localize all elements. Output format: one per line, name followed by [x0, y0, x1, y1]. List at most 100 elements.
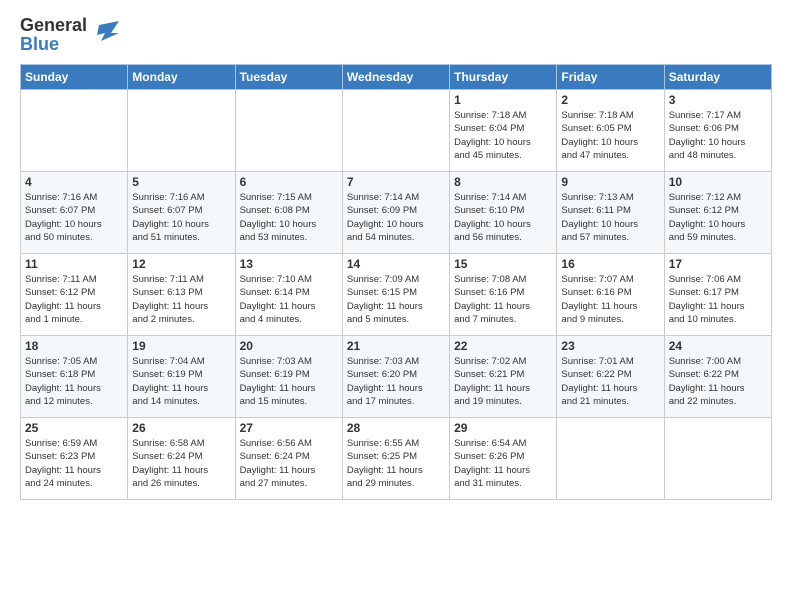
- calendar-cell: 14 Sunrise: 7:09 AM Sunset: 6:15 PM Dayli…: [342, 254, 449, 336]
- calendar-cell: 13Sunrise: 7:10 AM Sunset: 6:14 PM Dayli…: [235, 254, 342, 336]
- day-number: 21: [347, 339, 445, 353]
- day-number: 26: [132, 421, 230, 435]
- day-info: Sunrise: 7:17 AM Sunset: 6:06 PM Dayligh…: [669, 109, 767, 162]
- day-number: 11: [25, 257, 123, 271]
- day-info: Sunrise: 6:58 AM Sunset: 6:24 PM Dayligh…: [132, 437, 230, 490]
- day-number: 1: [454, 93, 552, 107]
- day-number: 10: [669, 175, 767, 189]
- day-info: Sunrise: 6:59 AM Sunset: 6:23 PM Dayligh…: [25, 437, 123, 490]
- calendar-cell: 19 Sunrise: 7:04 AM Sunset: 6:19 PM Dayli…: [128, 336, 235, 418]
- day-info: Sunrise: 7:13 AM Sunset: 6:11 PM Dayligh…: [561, 191, 659, 244]
- day-info: Sunrise: 7:01 AM Sunset: 6:22 PM Dayligh…: [561, 355, 659, 408]
- calendar-cell: 24 Sunrise: 7:00 AM Sunset: 6:22 PM Dayli…: [664, 336, 771, 418]
- calendar-cell: 3 Sunrise: 7:17 AM Sunset: 6:06 PM Daylig…: [664, 90, 771, 172]
- calendar-cell: 17Sunrise: 7:06 AM Sunset: 6:17 PM Dayli…: [664, 254, 771, 336]
- calendar-cell: 10 Sunrise: 7:12 AM Sunset: 6:12 PM Dayli…: [664, 172, 771, 254]
- weekday-header-thursday: Thursday: [450, 65, 557, 90]
- calendar-week-2: 11 Sunrise: 7:11 AM Sunset: 6:12 PM Dayli…: [21, 254, 772, 336]
- page: General Blue SundayMondayTuesdayWednesda…: [0, 0, 792, 510]
- calendar: SundayMondayTuesdayWednesdayThursdayFrid…: [20, 64, 772, 500]
- calendar-cell: 25 Sunrise: 6:59 AM Sunset: 6:23 PM Dayli…: [21, 418, 128, 500]
- day-info: Sunrise: 6:54 AM Sunset: 6:26 PM Dayligh…: [454, 437, 552, 490]
- day-number: 6: [240, 175, 338, 189]
- day-number: 8: [454, 175, 552, 189]
- calendar-cell: 4Sunrise: 7:16 AM Sunset: 6:07 PM Daylig…: [21, 172, 128, 254]
- weekday-header-wednesday: Wednesday: [342, 65, 449, 90]
- day-info: Sunrise: 7:05 AM Sunset: 6:18 PM Dayligh…: [25, 355, 123, 408]
- day-number: 19: [132, 339, 230, 353]
- day-info: Sunrise: 7:15 AM Sunset: 6:08 PM Dayligh…: [240, 191, 338, 244]
- weekday-header-saturday: Saturday: [664, 65, 771, 90]
- day-number: 24: [669, 339, 767, 353]
- logo-general-text: General: [20, 15, 87, 35]
- day-info: Sunrise: 7:14 AM Sunset: 6:09 PM Dayligh…: [347, 191, 445, 244]
- day-number: 27: [240, 421, 338, 435]
- day-number: 29: [454, 421, 552, 435]
- calendar-cell: 11 Sunrise: 7:11 AM Sunset: 6:12 PM Dayli…: [21, 254, 128, 336]
- day-number: 16: [561, 257, 659, 271]
- day-number: 7: [347, 175, 445, 189]
- calendar-cell: 22 Sunrise: 7:02 AM Sunset: 6:21 PM Dayli…: [450, 336, 557, 418]
- day-info: Sunrise: 7:08 AM Sunset: 6:16 PM Dayligh…: [454, 273, 552, 326]
- day-info: Sunrise: 7:14 AM Sunset: 6:10 PM Dayligh…: [454, 191, 552, 244]
- calendar-week-3: 18 Sunrise: 7:05 AM Sunset: 6:18 PM Dayli…: [21, 336, 772, 418]
- calendar-cell: 5Sunrise: 7:16 AM Sunset: 6:07 PM Daylig…: [128, 172, 235, 254]
- day-number: 15: [454, 257, 552, 271]
- calendar-cell: 16 Sunrise: 7:07 AM Sunset: 6:16 PM Dayli…: [557, 254, 664, 336]
- day-info: Sunrise: 6:55 AM Sunset: 6:25 PM Dayligh…: [347, 437, 445, 490]
- day-info: Sunrise: 7:03 AM Sunset: 6:20 PM Dayligh…: [347, 355, 445, 408]
- calendar-cell: 7 Sunrise: 7:14 AM Sunset: 6:09 PM Daylig…: [342, 172, 449, 254]
- day-info: Sunrise: 7:11 AM Sunset: 6:12 PM Dayligh…: [25, 273, 123, 326]
- day-info: Sunrise: 7:12 AM Sunset: 6:12 PM Dayligh…: [669, 191, 767, 244]
- day-info: Sunrise: 7:06 AM Sunset: 6:17 PM Dayligh…: [669, 273, 767, 326]
- calendar-cell: 23 Sunrise: 7:01 AM Sunset: 6:22 PM Dayli…: [557, 336, 664, 418]
- day-number: 12: [132, 257, 230, 271]
- day-info: Sunrise: 7:18 AM Sunset: 6:04 PM Dayligh…: [454, 109, 552, 162]
- weekday-header-monday: Monday: [128, 65, 235, 90]
- day-number: 9: [561, 175, 659, 189]
- weekday-header-friday: Friday: [557, 65, 664, 90]
- calendar-cell: 20 Sunrise: 7:03 AM Sunset: 6:19 PM Dayli…: [235, 336, 342, 418]
- calendar-cell: 29 Sunrise: 6:54 AM Sunset: 6:26 PM Dayli…: [450, 418, 557, 500]
- day-info: Sunrise: 7:00 AM Sunset: 6:22 PM Dayligh…: [669, 355, 767, 408]
- day-number: 23: [561, 339, 659, 353]
- logo: General Blue: [20, 16, 121, 54]
- day-number: 20: [240, 339, 338, 353]
- day-number: 3: [669, 93, 767, 107]
- day-number: 18: [25, 339, 123, 353]
- day-number: 2: [561, 93, 659, 107]
- day-info: Sunrise: 7:02 AM Sunset: 6:21 PM Dayligh…: [454, 355, 552, 408]
- calendar-cell: 21 Sunrise: 7:03 AM Sunset: 6:20 PM Dayli…: [342, 336, 449, 418]
- calendar-week-0: 1 Sunrise: 7:18 AM Sunset: 6:04 PM Daylig…: [21, 90, 772, 172]
- calendar-cell: [664, 418, 771, 500]
- day-number: 22: [454, 339, 552, 353]
- day-info: Sunrise: 7:03 AM Sunset: 6:19 PM Dayligh…: [240, 355, 338, 408]
- weekday-header-sunday: Sunday: [21, 65, 128, 90]
- day-info: Sunrise: 7:09 AM Sunset: 6:15 PM Dayligh…: [347, 273, 445, 326]
- calendar-cell: 1 Sunrise: 7:18 AM Sunset: 6:04 PM Daylig…: [450, 90, 557, 172]
- logo-blue-text: Blue: [20, 34, 59, 54]
- calendar-week-1: 4 Sunrise: 7:16 AM Sunset: 6:07 PM Daylig…: [21, 172, 772, 254]
- day-info: Sunrise: 7:07 AM Sunset: 6:16 PM Dayligh…: [561, 273, 659, 326]
- calendar-cell: 6 Sunrise: 7:15 AM Sunset: 6:08 PM Daylig…: [235, 172, 342, 254]
- calendar-cell: [557, 418, 664, 500]
- day-info: Sunrise: 7:04 AM Sunset: 6:19 PM Dayligh…: [132, 355, 230, 408]
- calendar-cell: [235, 90, 342, 172]
- day-number: 14: [347, 257, 445, 271]
- calendar-week-4: 25 Sunrise: 6:59 AM Sunset: 6:23 PM Dayli…: [21, 418, 772, 500]
- day-info: Sunrise: 6:56 AM Sunset: 6:24 PM Dayligh…: [240, 437, 338, 490]
- calendar-cell: 2Sunrise: 7:18 AM Sunset: 6:05 PM Daylig…: [557, 90, 664, 172]
- calendar-cell: 15 Sunrise: 7:08 AM Sunset: 6:16 PM Dayli…: [450, 254, 557, 336]
- calendar-cell: [342, 90, 449, 172]
- day-number: 28: [347, 421, 445, 435]
- day-info: Sunrise: 7:16 AM Sunset: 6:07 PM Dayligh…: [132, 191, 230, 244]
- calendar-cell: 28 Sunrise: 6:55 AM Sunset: 6:25 PM Dayli…: [342, 418, 449, 500]
- calendar-cell: 27 Sunrise: 6:56 AM Sunset: 6:24 PM Dayli…: [235, 418, 342, 500]
- day-number: 4: [25, 175, 123, 189]
- calendar-cell: 26 Sunrise: 6:58 AM Sunset: 6:24 PM Dayli…: [128, 418, 235, 500]
- day-info: Sunrise: 7:11 AM Sunset: 6:13 PM Dayligh…: [132, 273, 230, 326]
- day-number: 25: [25, 421, 123, 435]
- header: General Blue: [20, 16, 772, 54]
- day-number: 13: [240, 257, 338, 271]
- logo-bird-icon: [89, 17, 121, 49]
